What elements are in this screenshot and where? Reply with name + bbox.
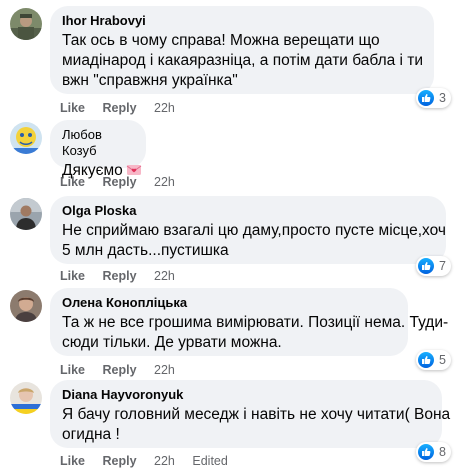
comment-bubble: Olga Ploska Не сприймаю взагалі цю даму,… — [50, 196, 446, 264]
like-reaction-icon — [418, 352, 434, 368]
comment-text-line: огидна ! — [62, 426, 120, 443]
comment-text-line: Та ж не все грошима вимірювати. Позиції … — [62, 314, 449, 331]
reply-button[interactable]: Reply — [103, 101, 137, 115]
comment-author[interactable]: Любов Козуб — [62, 127, 134, 159]
avatar[interactable] — [10, 382, 42, 414]
comment-bubble: Ihor Hrabovyi Так ось в чому справа! Мож… — [50, 6, 434, 94]
like-reaction-icon — [418, 258, 434, 274]
comment-actions: Like Reply 22h — [60, 174, 189, 190]
comment-text-line: 5 млн дасть...пустишка — [62, 242, 229, 259]
like-button[interactable]: Like — [60, 363, 85, 377]
comment-actions: Like Reply 22h — [60, 268, 189, 284]
comment-bubble: Diana Hayvoronyuk Я бачу головний меседж… — [50, 380, 451, 448]
like-reaction-icon — [418, 444, 434, 460]
comment-author[interactable]: Diana Hayvoronyuk — [62, 387, 430, 403]
timestamp[interactable]: 22h — [154, 175, 175, 189]
reply-button[interactable]: Reply — [103, 269, 137, 283]
like-button[interactable]: Like — [60, 269, 85, 283]
reaction-summary[interactable]: 8 — [416, 442, 451, 462]
reply-button[interactable]: Reply — [103, 363, 137, 377]
reaction-summary[interactable]: 5 — [416, 350, 451, 370]
reply-button[interactable]: Reply — [103, 175, 137, 189]
reaction-count: 8 — [439, 445, 446, 459]
reaction-count: 5 — [439, 353, 446, 367]
comment-bubble: Олена Коноплiцька Та ж не все грошима ви… — [50, 288, 449, 356]
avatar[interactable] — [10, 122, 42, 154]
comment-bubble: Любов Козуб Дякуємо — [50, 120, 146, 179]
like-button[interactable]: Like — [60, 454, 85, 468]
comment-author[interactable]: Ihor Hrabovyi — [62, 13, 422, 29]
reply-button[interactable]: Reply — [103, 454, 137, 468]
like-button[interactable]: Like — [60, 175, 85, 189]
avatar[interactable] — [10, 290, 42, 322]
comment-text-line: Я бачу головний меседж і навіть не хочу … — [62, 406, 451, 423]
timestamp[interactable]: 22h — [154, 101, 175, 115]
timestamp[interactable]: 22h — [154, 363, 175, 377]
comment-text-line: Не сприймаю взагалі цю даму,просто пусте… — [62, 222, 446, 239]
comment-actions: Like Reply 22h — [60, 362, 189, 378]
reaction-count: 7 — [439, 259, 446, 273]
reaction-count: 3 — [439, 91, 446, 105]
reaction-summary[interactable]: 3 — [416, 88, 451, 108]
edited-label[interactable]: Edited — [192, 454, 227, 468]
like-reaction-icon — [418, 90, 434, 106]
comment-actions: Like Reply 22h — [60, 100, 189, 116]
comment-text-line: вжн "справжня українка" — [62, 72, 238, 89]
reaction-summary[interactable]: 7 — [416, 256, 451, 276]
timestamp[interactable]: 22h — [154, 269, 175, 283]
avatar[interactable] — [10, 8, 42, 40]
timestamp[interactable]: 22h — [154, 454, 175, 468]
avatar[interactable] — [10, 198, 42, 230]
comment-text-line: миадінарод і какаяразніца, а потім дати … — [62, 52, 424, 69]
like-button[interactable]: Like — [60, 101, 85, 115]
comment-text-line: Так ось в чому справа! Можна верещати що — [62, 32, 380, 49]
comment-author[interactable]: Olga Ploska — [62, 203, 434, 219]
comment-author[interactable]: Олена Коноплiцька — [62, 295, 396, 311]
comment-text-line: сюди тільки. Де урвати можна. — [62, 334, 282, 351]
comment-actions: Like Reply 22h Edited — [60, 453, 228, 469]
